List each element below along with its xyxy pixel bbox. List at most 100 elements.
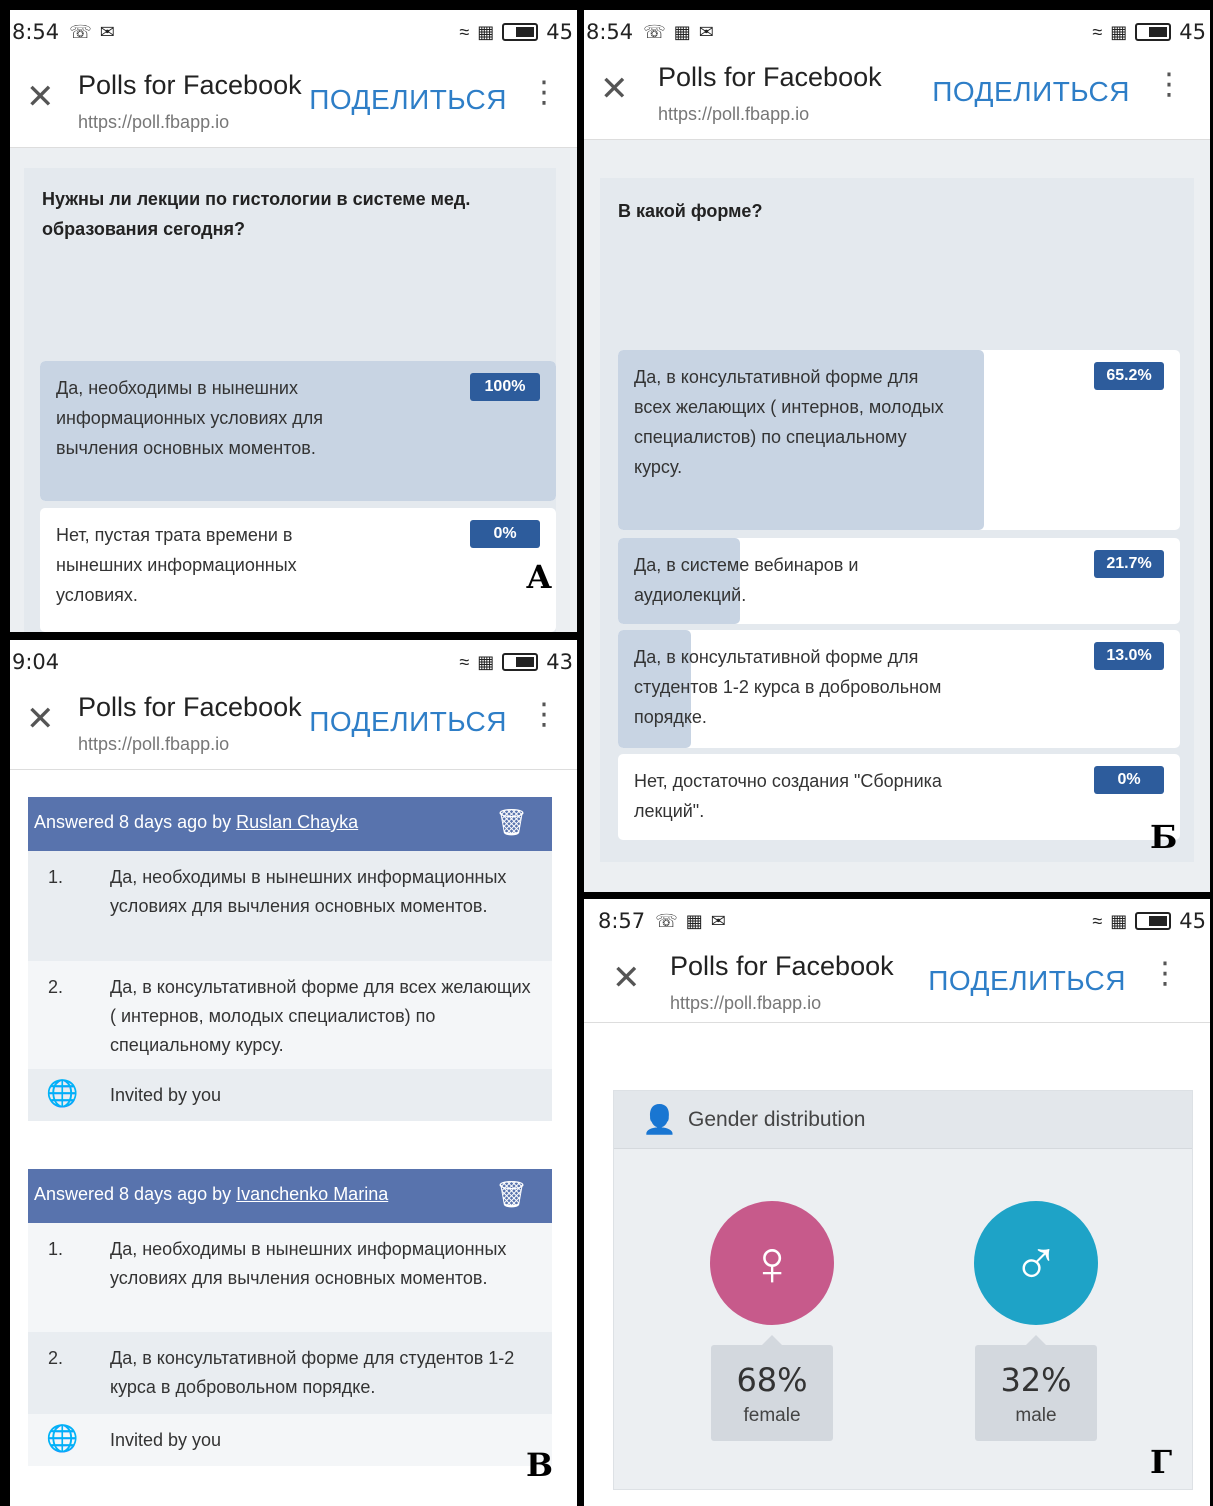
panel-v: 9:04 ≈ ▦ 43 ✕ Polls for Facebook https:/… bbox=[10, 640, 577, 1506]
answer-item-number: 1. bbox=[48, 867, 64, 887]
more-menu-icon[interactable]: ⋮ bbox=[1150, 959, 1180, 989]
answer-item: 1. Да, необходимы в нынешних информацион… bbox=[28, 1223, 552, 1332]
viber-icon: ☏ bbox=[69, 21, 92, 42]
signal-icon: ▦ bbox=[477, 21, 495, 42]
option-percent-badge: 0% bbox=[470, 520, 540, 548]
female-stat: 68% female bbox=[711, 1335, 833, 1441]
panel-letter: Г bbox=[1150, 1443, 1173, 1481]
trash-icon[interactable]: 🗑 bbox=[495, 1179, 528, 1210]
mail-icon: ✉ bbox=[698, 21, 714, 42]
male-icon: ♂ bbox=[974, 1201, 1098, 1325]
poll-option[interactable]: Да, необходимы в нынешних информационных… bbox=[40, 361, 556, 501]
answered-prefix: Answered 8 days ago by bbox=[34, 812, 237, 832]
share-button[interactable]: ПОДЕЛИТЬСЯ bbox=[309, 84, 507, 116]
close-icon[interactable]: ✕ bbox=[612, 961, 641, 995]
mail-icon: ✉ bbox=[710, 910, 726, 931]
poll-option[interactable]: Нет, пустая трата времени в нынешних инф… bbox=[40, 508, 556, 632]
battery-level: 45 bbox=[1179, 20, 1206, 44]
toolbar: ✕ Polls for Facebook https://poll.fbapp.… bbox=[584, 46, 1210, 140]
option-percent-badge: 0% bbox=[1094, 766, 1164, 794]
answer-invited-row: 🌐 Invited by you bbox=[28, 1069, 552, 1121]
poll-option[interactable]: Да, в консультативной форме для всех жел… bbox=[618, 350, 1180, 530]
share-button[interactable]: ПОДЕЛИТЬСЯ bbox=[309, 706, 507, 738]
answer-user-link[interactable]: Ivanchenko Marina bbox=[236, 1184, 388, 1204]
answer-item-text: Да, необходимы в нынешних информационных… bbox=[110, 1239, 507, 1288]
battery-icon bbox=[1135, 912, 1172, 930]
female-icon: ♀ bbox=[710, 1201, 834, 1325]
option-text: Да, в системе вебинаров и аудиолекций. bbox=[634, 555, 859, 605]
battery-level: 45 bbox=[1179, 909, 1206, 933]
app-url: https://poll.fbapp.io bbox=[670, 993, 822, 1013]
gender-card-title: Gender distribution bbox=[688, 1108, 866, 1131]
app-title: Polls for Facebook bbox=[78, 692, 302, 722]
answer-invited-row: 🌐 Invited by you bbox=[28, 1414, 552, 1466]
wifi-icon: ≈ bbox=[1092, 910, 1103, 931]
gender-card-header: 👤 Gender distribution bbox=[614, 1091, 1192, 1149]
more-menu-icon[interactable]: ⋮ bbox=[529, 78, 559, 108]
close-icon[interactable]: ✕ bbox=[600, 72, 629, 106]
status-bar: 8:54 ☏ ✉ ≈ ▦ 45 bbox=[10, 10, 577, 54]
answer-byline: Answered 8 days ago by Ivanchenko Marina bbox=[34, 1184, 388, 1205]
poll-option[interactable]: Да, в консультативной форме для студенто… bbox=[618, 630, 1180, 748]
answer-header: Answered 8 days ago by Ivanchenko Marina… bbox=[28, 1169, 552, 1223]
battery-icon bbox=[502, 653, 539, 671]
answer-header: Answered 8 days ago by Ruslan Chayka 🗑 bbox=[28, 797, 552, 851]
battery-icon bbox=[1135, 23, 1172, 41]
male-stat: 32% male bbox=[975, 1335, 1097, 1441]
app-url: https://poll.fbapp.io bbox=[78, 734, 230, 754]
option-text: Нет, достаточно создания "Сборника лекци… bbox=[634, 771, 942, 821]
answer-item: 1. Да, необходимы в нынешних информацион… bbox=[28, 851, 552, 961]
status-time: 8:57 bbox=[598, 909, 646, 933]
poll-option[interactable]: Да, в системе вебинаров и аудиолекций. 2… bbox=[618, 538, 1180, 624]
poll-card: Нужны ли лекции по гистологии в системе … bbox=[24, 168, 556, 632]
panel-letter: А bbox=[526, 558, 553, 596]
answer-item-text: Да, в консультативной форме для всех жел… bbox=[110, 977, 531, 1055]
option-text: Да, необходимы в нынешних информационных… bbox=[56, 378, 324, 458]
trash-icon[interactable]: 🗑 bbox=[495, 807, 528, 838]
answer-item-number: 2. bbox=[48, 1348, 64, 1368]
toolbar: ✕ Polls for Facebook https://poll.fbapp.… bbox=[584, 935, 1210, 1023]
option-percent-badge: 100% bbox=[470, 373, 540, 401]
status-time: 8:54 bbox=[586, 20, 634, 44]
panel-letter: В bbox=[526, 1446, 554, 1484]
more-menu-icon[interactable]: ⋮ bbox=[1154, 70, 1184, 100]
signal-icon: ▦ bbox=[1110, 21, 1128, 42]
toolbar: ✕ Polls for Facebook https://poll.fbapp.… bbox=[10, 676, 577, 770]
share-button[interactable]: ПОДЕЛИТЬСЯ bbox=[928, 965, 1126, 997]
globe-icon: 🌐 bbox=[46, 1423, 79, 1453]
more-menu-icon[interactable]: ⋮ bbox=[529, 700, 559, 730]
image-icon: ▦ bbox=[673, 21, 691, 42]
app-url: https://poll.fbapp.io bbox=[78, 112, 230, 132]
status-time: 9:04 bbox=[12, 650, 60, 674]
option-percent-badge: 13.0% bbox=[1094, 642, 1164, 670]
status-time: 8:54 bbox=[12, 20, 60, 44]
female-label: female bbox=[743, 1405, 801, 1426]
invited-label: Invited by you bbox=[110, 1430, 222, 1450]
answer-item-number: 2. bbox=[48, 977, 64, 997]
person-icon: 👤 bbox=[642, 1104, 677, 1135]
image-icon: ▦ bbox=[685, 910, 703, 931]
panel-b: 8:54 ☏ ▦ ✉ ≈ ▦ 45 ✕ Polls for Facebook h… bbox=[584, 10, 1210, 892]
app-title: Polls for Facebook bbox=[658, 62, 882, 92]
close-icon[interactable]: ✕ bbox=[26, 702, 55, 736]
close-icon[interactable]: ✕ bbox=[26, 80, 55, 114]
answer-user-link[interactable]: Ruslan Chayka bbox=[236, 812, 358, 832]
answer-item: 2. Да, в консультативной форме для студе… bbox=[28, 1332, 552, 1414]
answer-item-text: Да, в консультативной форме для студенто… bbox=[110, 1348, 515, 1397]
male-label: male bbox=[1015, 1405, 1057, 1426]
female-percent: 68% bbox=[736, 1361, 808, 1399]
option-text: Да, в консультативной форме для всех жел… bbox=[634, 367, 944, 477]
toolbar: ✕ Polls for Facebook https://poll.fbapp.… bbox=[10, 54, 577, 148]
panel-letter: Б bbox=[1150, 818, 1178, 856]
app-title: Polls for Facebook bbox=[670, 951, 894, 981]
panel-a: 8:54 ☏ ✉ ≈ ▦ 45 ✕ Polls for Facebook htt… bbox=[10, 10, 577, 632]
poll-option[interactable]: Нет, достаточно создания "Сборника лекци… bbox=[618, 754, 1180, 840]
share-button[interactable]: ПОДЕЛИТЬСЯ bbox=[932, 76, 1130, 108]
answer-byline: Answered 8 days ago by Ruslan Chayka bbox=[34, 812, 358, 833]
app-url: https://poll.fbapp.io bbox=[658, 104, 810, 124]
viber-icon: ☏ bbox=[643, 21, 666, 42]
invited-label: Invited by you bbox=[110, 1085, 222, 1105]
mail-icon: ✉ bbox=[99, 21, 115, 42]
battery-icon bbox=[502, 23, 539, 41]
poll-question: Нужны ли лекции по гистологии в системе … bbox=[42, 189, 471, 239]
